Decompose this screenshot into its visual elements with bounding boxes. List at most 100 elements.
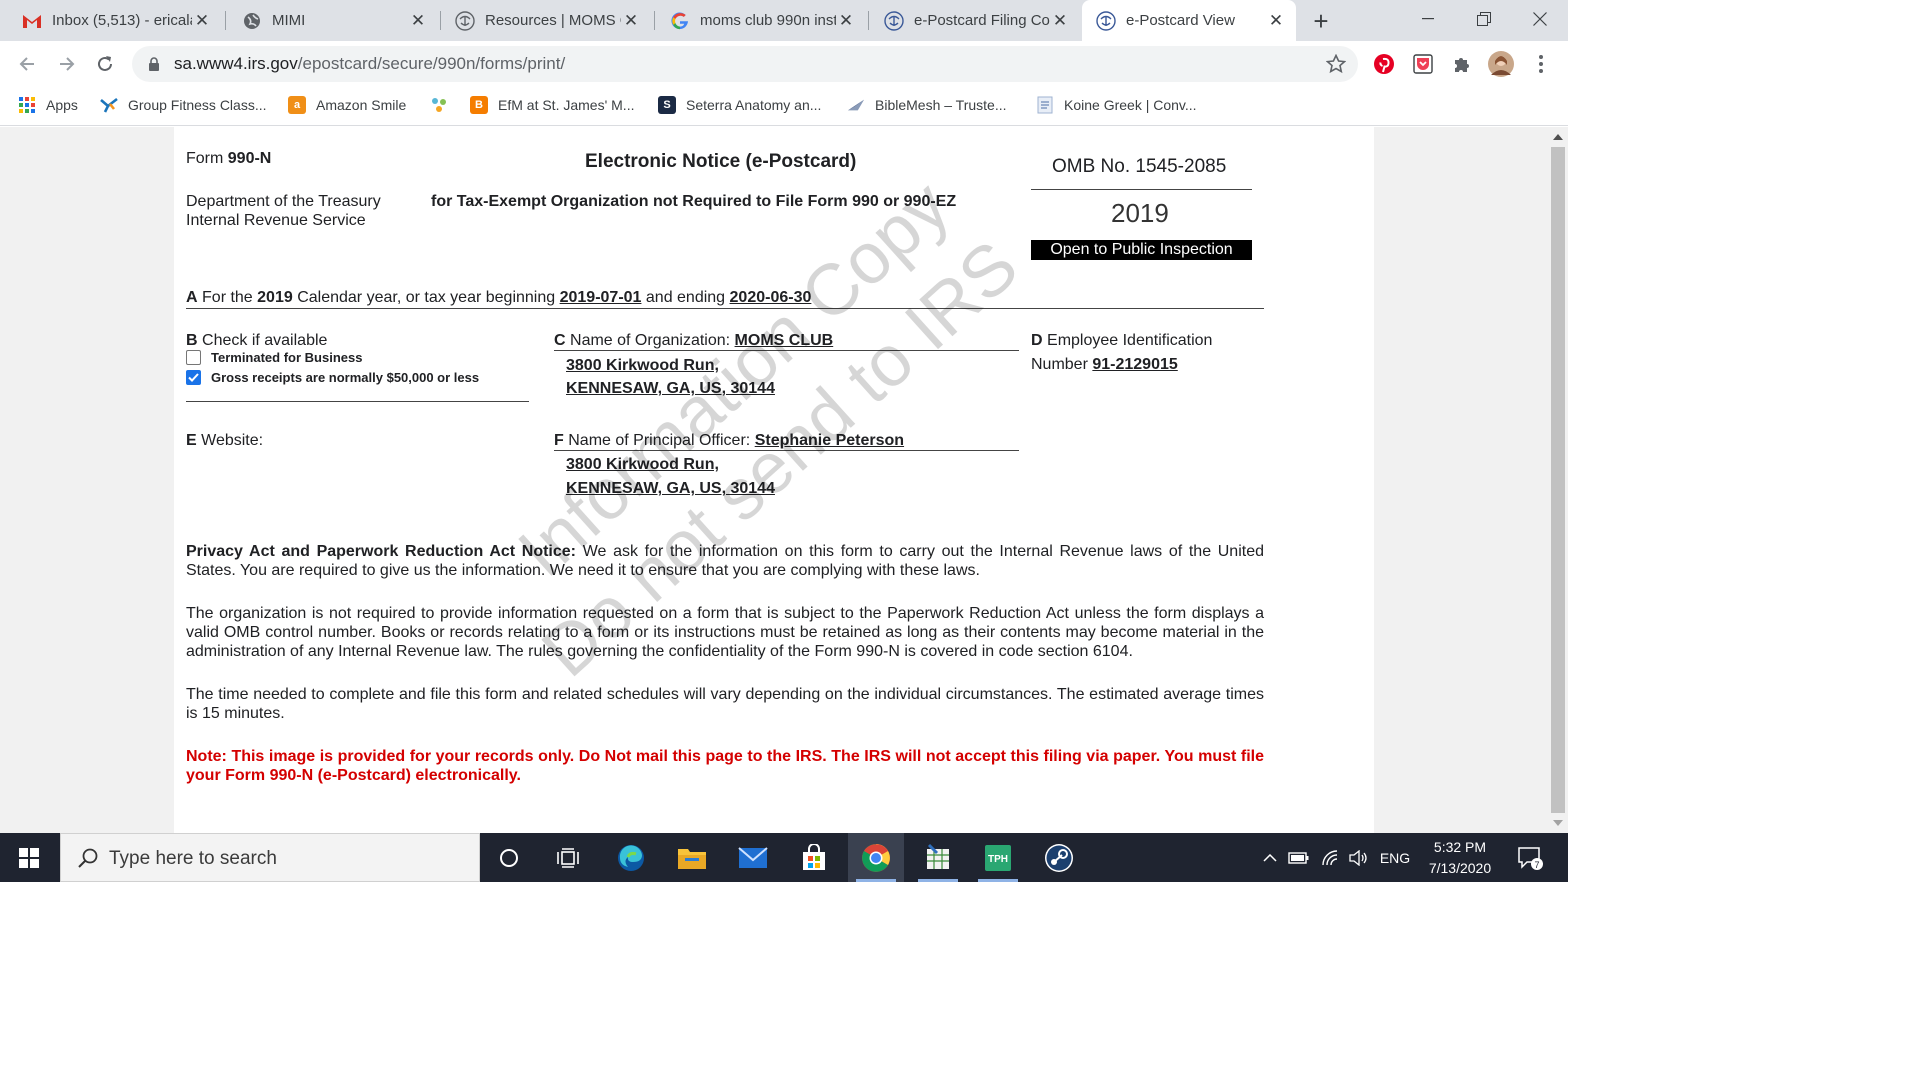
new-tab-button[interactable]: + xyxy=(1306,6,1336,36)
dept-irs: Internal Revenue Service xyxy=(186,212,366,229)
taskbar-chrome[interactable] xyxy=(848,833,904,882)
checkbox-terminated[interactable]: Terminated for Business xyxy=(186,350,362,365)
close-icon[interactable]: ✕ xyxy=(836,11,856,31)
checkbox[interactable] xyxy=(186,350,201,365)
show-hidden-icons-button[interactable] xyxy=(1258,833,1282,882)
taskbar-edge[interactable] xyxy=(603,833,659,882)
officer-address-line2: KENNESAW, GA, US, 30144 xyxy=(566,480,775,497)
tab-gmail[interactable]: Inbox (5,513) - ericala ✕ xyxy=(8,0,222,41)
org-address-line2: KENNESAW, GA, US, 30144 xyxy=(566,380,775,397)
tab-mimi[interactable]: MIMI ✕ xyxy=(228,0,438,41)
taskbar-search-box[interactable]: Type here to search xyxy=(60,833,480,882)
bookmark-seterra[interactable]: S Seterra Anatomy an... xyxy=(658,94,821,116)
reload-button[interactable] xyxy=(88,47,122,81)
restore-button[interactable] xyxy=(1456,0,1512,38)
bookmark-dots[interactable] xyxy=(430,94,458,116)
bookmark-star-icon[interactable] xyxy=(1325,53,1347,79)
officer-address-line1: 3800 Kirkwood Run, xyxy=(566,456,719,473)
irs-eagle-icon xyxy=(1096,10,1116,31)
bookmark-koine-greek[interactable]: Koine Greek | Conv... xyxy=(1036,94,1197,116)
chevron-up-icon xyxy=(1263,853,1277,862)
clock[interactable]: 5:32 PM 7/13/2020 xyxy=(1420,837,1500,879)
tax-year: 2019 xyxy=(1111,198,1169,228)
taskbar-file-app[interactable] xyxy=(910,833,966,882)
notification-icon: 7 xyxy=(1518,846,1543,870)
action-center-button[interactable]: 7 xyxy=(1510,833,1550,882)
forward-button[interactable] xyxy=(50,47,84,81)
battery-button[interactable] xyxy=(1286,833,1312,882)
scrollbar-thumb[interactable] xyxy=(1551,147,1565,813)
close-icon xyxy=(1533,12,1547,26)
input-language[interactable]: ENG xyxy=(1374,833,1416,882)
amazon-icon: a xyxy=(288,96,306,114)
minimize-button[interactable] xyxy=(1400,0,1456,38)
spreadsheet-icon xyxy=(927,843,949,869)
biblemesh-icon xyxy=(847,96,865,114)
tab-epostcard-filing[interactable]: e-Postcard Filing Confirmation ✕ xyxy=(870,0,1080,41)
tab-strip: Inbox (5,513) - ericala ✕ MIMI ✕ Resourc… xyxy=(0,0,1568,41)
close-icon[interactable]: ✕ xyxy=(192,11,212,31)
taskbar-steam[interactable] xyxy=(1031,833,1087,882)
volume-button[interactable] xyxy=(1346,833,1372,882)
bookmark-group-fitness[interactable]: Group Fitness Class... xyxy=(100,94,267,116)
puzzle-extensions-icon[interactable] xyxy=(1449,51,1475,77)
steam-icon xyxy=(1045,843,1073,872)
tab-title: e-Postcard Filing Confirmation xyxy=(914,12,1050,29)
bookmark-amazon-smile[interactable]: a Amazon Smile xyxy=(288,94,406,116)
start-button[interactable] xyxy=(0,833,58,882)
section-a-year: 2019 xyxy=(257,289,293,306)
taskbar-mail[interactable] xyxy=(725,833,781,882)
section-c-text: Name of Organization: xyxy=(570,332,731,349)
divider xyxy=(554,450,1019,451)
tab-title: MIMI xyxy=(272,12,306,29)
section-e: E Website: xyxy=(186,431,263,450)
close-icon[interactable]: ✕ xyxy=(621,11,641,31)
taskbar-store[interactable] xyxy=(786,833,842,882)
url-host: sa.www4.irs.gov xyxy=(174,54,298,73)
principal-officer-name: Stephanie Peterson xyxy=(754,432,905,449)
cortana-button[interactable] xyxy=(481,833,537,882)
task-view-button[interactable] xyxy=(540,833,596,882)
address-bar[interactable]: sa.www4.irs.gov/epostcard/secure/990n/fo… xyxy=(132,46,1358,82)
section-d: D Employee Identification xyxy=(1031,331,1212,350)
profile-avatar[interactable] xyxy=(1488,51,1514,77)
bookmark-apps[interactable]: Apps xyxy=(18,94,78,116)
form-title: Electronic Notice (e-Postcard) xyxy=(585,151,857,172)
scroll-down-arrow-icon[interactable] xyxy=(1553,820,1563,826)
section-letter: F xyxy=(554,432,564,449)
tab-epostcard-view[interactable]: e-Postcard View ✕ xyxy=(1082,0,1296,41)
bookmark-label: EfM at St. James' M... xyxy=(498,97,635,113)
checkbox-checked[interactable] xyxy=(186,370,201,385)
close-icon[interactable]: ✕ xyxy=(408,11,428,31)
checkbox-gross-receipts[interactable]: Gross receipts are normally $50,000 or l… xyxy=(186,370,479,385)
bookmark-biblemesh[interactable]: BibleMesh – Truste... xyxy=(847,94,1007,116)
pinterest-extension-icon[interactable] xyxy=(1371,51,1397,77)
lock-icon xyxy=(148,57,160,76)
globe-icon xyxy=(242,11,262,31)
bookmark-label: BibleMesh – Truste... xyxy=(875,97,1007,113)
tab-resources-moms-club[interactable]: Resources | MOMS Club ✕ xyxy=(441,0,651,41)
arrow-left-icon xyxy=(19,57,34,71)
close-icon[interactable]: ✕ xyxy=(1050,11,1070,31)
tph-icon: TPH xyxy=(985,844,1011,871)
taskbar-tph[interactable]: TPH xyxy=(970,833,1026,882)
paperwork-notice: The organization is not required to prov… xyxy=(186,605,1264,660)
pocket-extension-icon[interactable] xyxy=(1410,51,1436,77)
menu-kebab-button[interactable] xyxy=(1528,51,1554,77)
scroll-up-arrow-icon[interactable] xyxy=(1553,134,1563,140)
section-letter: A xyxy=(186,289,198,306)
url-path: /epostcard/secure/990n/forms/print/ xyxy=(297,54,566,73)
network-button[interactable] xyxy=(1318,833,1344,882)
section-f-text: Name of Principal Officer: xyxy=(568,432,751,449)
back-button[interactable] xyxy=(10,47,44,81)
taskbar-file-explorer[interactable] xyxy=(664,833,720,882)
ymca-icon xyxy=(100,96,118,114)
bookmark-efm[interactable]: B EfM at St. James' M... xyxy=(470,94,634,116)
tab-google-search[interactable]: moms club 990n instructions ✕ xyxy=(656,0,866,41)
browser-window: Inbox (5,513) - ericala ✕ MIMI ✕ Resourc… xyxy=(0,0,1568,882)
close-icon[interactable]: ✕ xyxy=(1266,11,1286,31)
notification-count: 7 xyxy=(1534,860,1539,870)
vertical-scrollbar[interactable] xyxy=(1548,127,1568,833)
close-window-button[interactable] xyxy=(1512,0,1568,38)
section-b-label: B Check if available xyxy=(186,331,327,350)
